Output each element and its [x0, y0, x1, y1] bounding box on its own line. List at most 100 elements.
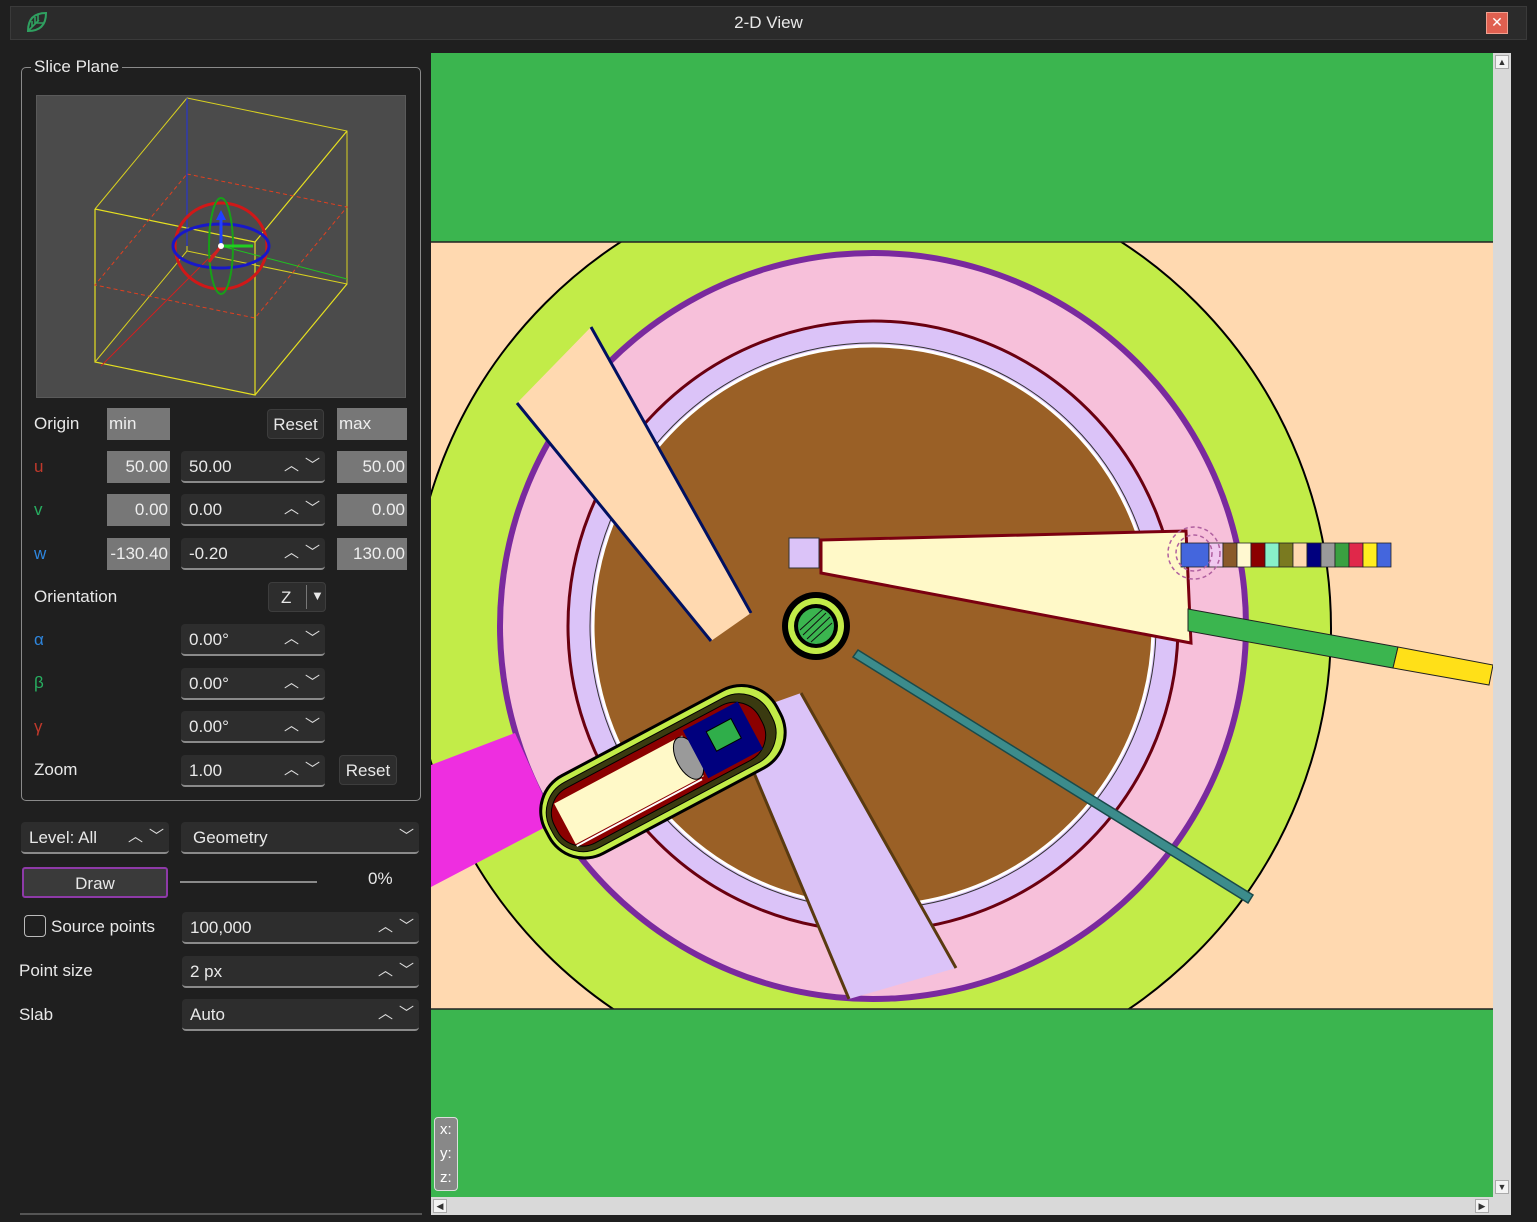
strip-cell — [1376, 542, 1392, 568]
alpha-spinbox[interactable]: 0.00° ︿ ﹀ — [181, 624, 325, 656]
level-spinbox[interactable]: Level: All ︿ ﹀ — [21, 822, 169, 854]
gamma-spinbox[interactable]: 0.00° ︿ ﹀ — [181, 711, 325, 743]
chevron-down-icon[interactable]: ﹀ — [305, 541, 320, 562]
zoom-spinbox[interactable]: 1.00 ︿ ﹀ — [181, 755, 325, 787]
beta-label: β — [34, 673, 44, 692]
close-icon: ✕ — [1491, 14, 1503, 30]
u-axis-label: u — [34, 457, 44, 476]
w-max-field: 130.00 — [337, 538, 407, 570]
scroll-down-icon[interactable]: ▼ — [1495, 1180, 1509, 1194]
chevron-down-icon[interactable]: ﹀ — [305, 671, 320, 692]
slab-spinbox[interactable]: Auto ︿ ﹀ — [182, 999, 419, 1031]
origin-reset-button[interactable]: Reset — [267, 409, 324, 439]
horizontal-scrollbar[interactable]: ◀ ▶ — [431, 1197, 1511, 1215]
strip-cell — [1348, 542, 1364, 568]
strip-cell — [1180, 542, 1210, 568]
slice-plane-3d-preview[interactable] — [36, 95, 406, 398]
zoom-reset-button[interactable]: Reset — [339, 755, 397, 785]
source-points-value: 100,000 — [190, 918, 252, 937]
mode-value: Geometry — [193, 828, 268, 847]
w-value-spinbox[interactable]: -0.20 ︿ ﹀ — [181, 538, 325, 570]
max-header: max — [337, 408, 407, 440]
close-button[interactable]: ✕ — [1486, 12, 1508, 34]
point-size-value: 2 px — [190, 962, 223, 981]
u-min-field: 50.00 — [107, 451, 170, 483]
progress-text: 0% — [368, 869, 393, 888]
mode-dropdown[interactable]: Geometry ﹀ — [181, 822, 419, 854]
progress-bar — [180, 881, 317, 883]
strip-cell — [1292, 542, 1308, 568]
scroll-left-icon[interactable]: ◀ — [433, 1199, 447, 1213]
geometry-view-canvas[interactable] — [431, 53, 1511, 1215]
w-min-field: -130.40 — [107, 538, 170, 570]
scroll-up-icon[interactable]: ▲ — [1495, 55, 1509, 69]
scroll-right-icon[interactable]: ▶ — [1475, 1199, 1489, 1213]
cube-preview-graphic — [94, 97, 348, 396]
slab-value: Auto — [190, 1005, 225, 1024]
w-value: -0.20 — [189, 544, 228, 563]
chevron-up-icon[interactable]: ︿ — [284, 714, 299, 735]
strip-cell — [1362, 542, 1378, 568]
strip-cell — [1334, 542, 1350, 568]
dropdown-divider — [306, 585, 307, 609]
window-title: 2-D View — [734, 13, 803, 32]
chevron-up-icon[interactable]: ︿ — [284, 627, 299, 648]
slice-plane-legend: Slice Plane — [31, 57, 123, 77]
draw-button[interactable]: Draw — [22, 867, 168, 898]
chevron-down-icon[interactable]: ﹀ — [305, 497, 320, 518]
strip-cell — [1264, 542, 1280, 568]
chevron-up-icon[interactable]: ︿ — [378, 959, 393, 980]
beta-value: 0.00° — [189, 674, 229, 693]
u-value-spinbox[interactable]: 50.00 ︿ ﹀ — [181, 451, 325, 483]
chevron-down-icon[interactable]: ﹀ — [399, 959, 414, 980]
coord-z-label: z: — [440, 1169, 452, 1186]
u-max-field: 50.00 — [337, 451, 407, 483]
orientation-value: Z — [281, 588, 292, 607]
title-bar: 2-D View ✕ — [10, 6, 1527, 40]
chevron-down-icon[interactable]: ﹀ — [305, 714, 320, 735]
chevron-up-icon[interactable]: ︿ — [284, 497, 299, 518]
chevron-up-icon[interactable]: ︿ — [128, 825, 143, 846]
u-value: 50.00 — [189, 457, 232, 476]
coord-x-label: x: — [440, 1121, 452, 1138]
chevron-up-icon[interactable]: ︿ — [284, 541, 299, 562]
chevron-down-icon[interactable]: ﹀ — [305, 627, 320, 648]
source-points-label: Source points — [51, 917, 155, 936]
chevron-down-icon[interactable]: ﹀ — [399, 915, 414, 936]
orientation-label: Orientation — [34, 587, 118, 606]
strip-cell — [1320, 542, 1336, 568]
point-size-spinbox[interactable]: 2 px ︿ ﹀ — [182, 956, 419, 988]
zoom-value: 1.00 — [189, 761, 223, 780]
caret-down-icon: ▼ — [311, 588, 324, 603]
source-points-checkbox[interactable] — [24, 915, 46, 937]
min-header: min — [107, 408, 170, 440]
beta-spinbox[interactable]: 0.00° ︿ ﹀ — [181, 668, 325, 700]
chevron-down-icon[interactable]: ﹀ — [305, 454, 320, 475]
coord-y-label: y: — [440, 1145, 452, 1162]
source-points-spinbox[interactable]: 100,000 ︿ ﹀ — [182, 912, 419, 944]
chevron-down-icon[interactable]: ﹀ — [399, 1002, 414, 1023]
chevron-up-icon[interactable]: ︿ — [378, 915, 393, 936]
cursor-coordinates: x: y: z: — [434, 1117, 458, 1191]
alpha-value: 0.00° — [189, 630, 229, 649]
chevron-up-icon[interactable]: ︿ — [284, 758, 299, 779]
chevron-down-icon: ﹀ — [398, 828, 414, 845]
v-value-spinbox[interactable]: 0.00 ︿ ﹀ — [181, 494, 325, 526]
slab-label: Slab — [19, 1005, 54, 1024]
origin-label: Origin — [34, 414, 80, 433]
chevron-up-icon[interactable]: ︿ — [284, 454, 299, 475]
zoom-label: Zoom — [34, 760, 78, 779]
chevron-down-icon[interactable]: ﹀ — [305, 758, 320, 779]
orientation-dropdown[interactable]: Z ▼ — [268, 582, 326, 612]
chevron-up-icon[interactable]: ︿ — [284, 671, 299, 692]
strip-cell — [1306, 542, 1322, 568]
strip-cell — [1236, 542, 1252, 568]
panel-bottom-divider — [20, 1213, 422, 1215]
strip-cell — [1222, 542, 1238, 568]
gamma-value: 0.00° — [189, 717, 229, 736]
chevron-down-icon[interactable]: ﹀ — [149, 825, 164, 846]
strip-cell — [1250, 542, 1266, 568]
vertical-scrollbar[interactable]: ▲ ▼ — [1493, 53, 1511, 1197]
point-size-label: Point size — [19, 961, 93, 980]
chevron-up-icon[interactable]: ︿ — [378, 1002, 393, 1023]
